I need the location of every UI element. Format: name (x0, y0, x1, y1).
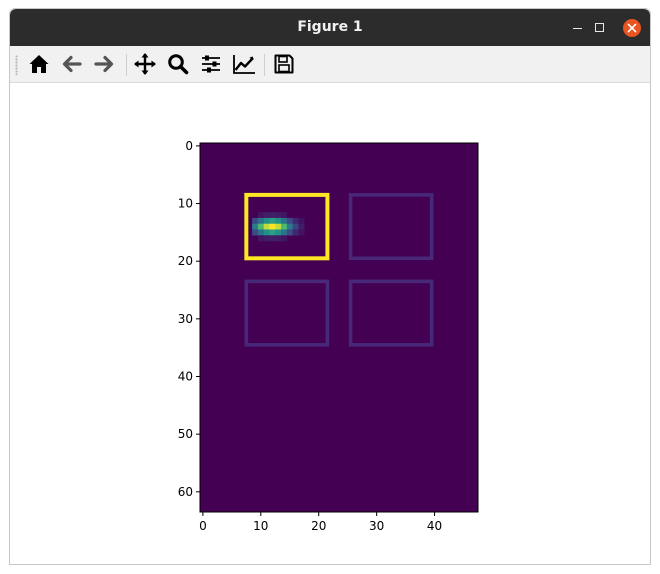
x-tick-label: 10 (253, 519, 268, 533)
heatmap-cell (252, 223, 259, 230)
heatmap-cell (281, 212, 288, 219)
heatmap-cell (281, 235, 288, 242)
title-bar[interactable]: Figure 1 (10, 9, 650, 46)
heatmap-image (200, 143, 478, 512)
heatmap-cell (298, 223, 305, 230)
heatmap-background (200, 143, 478, 512)
magnifier-icon (168, 54, 189, 75)
heatmap-cell (269, 212, 276, 219)
y-tick-label: 40 (178, 370, 193, 384)
heatmap-cell (275, 217, 282, 225)
save-button[interactable] (269, 50, 299, 78)
y-tick-label: 10 (178, 197, 193, 211)
heatmap-cell (269, 223, 276, 230)
home-icon (29, 55, 49, 73)
back-button[interactable] (57, 50, 87, 78)
heatmap-cell (263, 235, 270, 242)
heatmap-cell (292, 229, 299, 236)
navigation-toolbar (10, 46, 650, 83)
x-tick-label: 20 (311, 519, 326, 533)
heatmap-cell (269, 217, 276, 225)
heatmap-cell (257, 223, 265, 230)
heatmap-cell (286, 223, 293, 230)
heatmap-cell (286, 229, 293, 236)
arrow-right-icon (94, 55, 114, 73)
heatmap-cell (252, 229, 259, 236)
home-button[interactable] (24, 50, 54, 78)
heatmap-cell (252, 217, 259, 225)
forward-button[interactable] (89, 50, 119, 78)
toolbar-separator (126, 54, 127, 76)
heatmap-cell (286, 217, 293, 225)
heatmap-cell (257, 212, 265, 219)
arrow-left-icon (62, 55, 82, 73)
y-tick-label: 60 (178, 485, 193, 499)
heatmap-cell (257, 235, 265, 242)
heatmap-cell (275, 223, 282, 230)
line-chart-icon (233, 55, 255, 74)
heatmap-cell (257, 229, 265, 236)
heatmap-cell (263, 223, 270, 230)
y-tick-label: 20 (178, 254, 193, 268)
maximize-icon (594, 23, 604, 32)
heatmap-cell (257, 217, 265, 225)
toolbar-grip[interactable] (15, 55, 18, 75)
x-tick-label: 40 (427, 519, 442, 533)
heatmap-cell (263, 212, 270, 219)
x-tick-label: 30 (369, 519, 384, 533)
heatmap-cell (281, 229, 288, 236)
heatmap-cell (275, 235, 282, 242)
heatmap-cell (275, 212, 282, 219)
heatmap-cell (275, 229, 282, 236)
pan-button[interactable] (130, 50, 160, 78)
sliders-icon (202, 55, 220, 73)
maximize-button[interactable] (585, 9, 613, 46)
minimize-icon (572, 27, 582, 30)
heatmap-cell (269, 235, 276, 242)
zoom-button[interactable] (163, 50, 193, 78)
edit-axes-button[interactable] (229, 50, 259, 78)
toolbar-separator (264, 54, 265, 76)
heatmap-cell (298, 217, 305, 225)
heatmap-cell (263, 217, 270, 225)
heatmap-cell (263, 229, 270, 236)
x-tick-label: 0 (199, 519, 207, 533)
window-title: Figure 1 (297, 19, 363, 35)
heatmap-cell (281, 217, 288, 225)
figure-canvas[interactable]: 0 10 20 30 40 0 10 20 30 40 50 60 (10, 83, 650, 565)
heatmap-plot[interactable]: 0 10 20 30 40 0 10 20 30 40 50 60 (10, 83, 650, 565)
y-tick-label: 0 (185, 139, 193, 153)
floppy-disk-icon (274, 54, 294, 74)
heatmap-cell (292, 223, 299, 230)
move-icon (134, 53, 156, 75)
close-button[interactable] (618, 9, 646, 46)
y-tick-label: 50 (178, 427, 193, 441)
heatmap-cell (269, 229, 276, 236)
heatmap-cell (298, 229, 305, 236)
heatmap-cell (281, 223, 288, 230)
y-tick-label: 30 (178, 312, 193, 326)
configure-subplots-button[interactable] (196, 50, 226, 78)
figure-window: Figure 1 0 10 20 30 40 0 10 20 30 40 50 … (9, 8, 651, 565)
heatmap-cell (292, 217, 299, 225)
close-icon (623, 18, 641, 37)
